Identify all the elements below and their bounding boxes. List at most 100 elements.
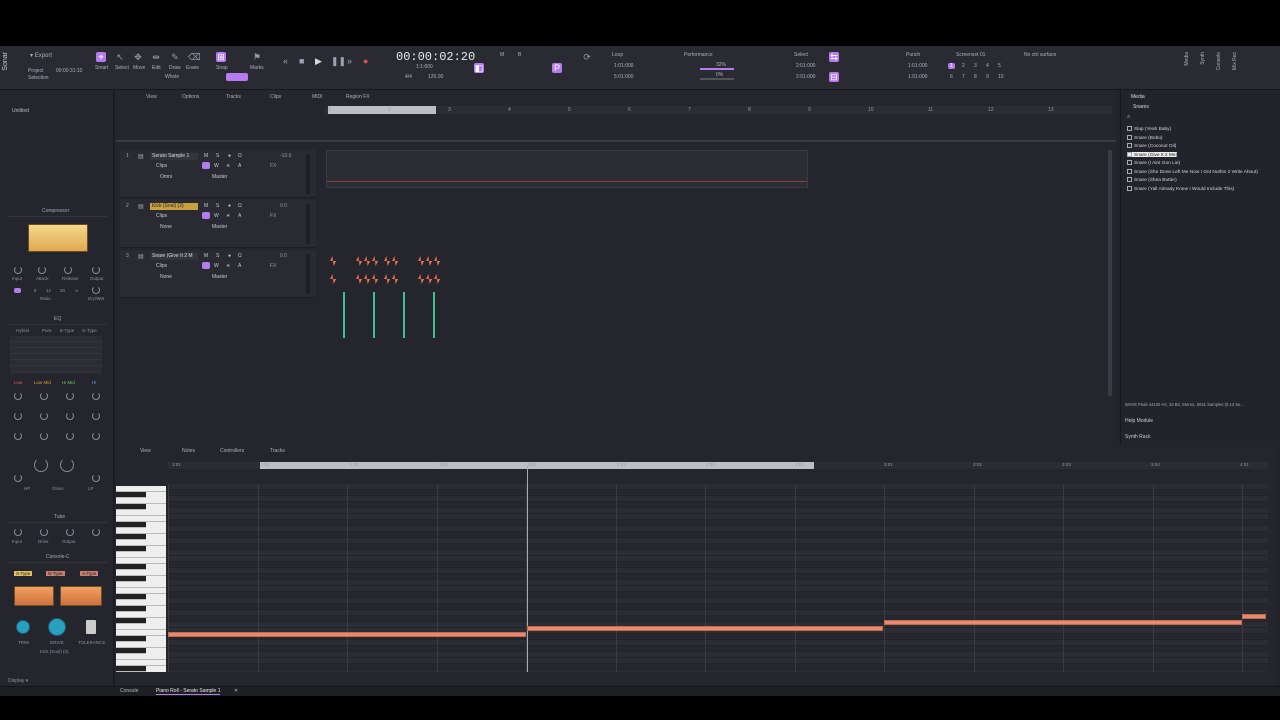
trackview-splitter[interactable] (116, 140, 1116, 142)
drywet-knob[interactable] (92, 286, 100, 294)
compressor-output-knob[interactable] (92, 266, 100, 274)
track-output[interactable]: Master (212, 224, 227, 230)
screenset-button[interactable]: 4 (984, 63, 991, 69)
browser-item[interactable]: Snare (Coconut Oil) (1127, 143, 1176, 149)
track-header[interactable]: 1 ▤ Serato Sample 1 M S ● Ω -10.6 Clips W ∗ A FX Omni… (120, 150, 316, 198)
pause-icon[interactable]: ❚❚ (331, 56, 346, 67)
pr-selection-range[interactable] (260, 462, 814, 469)
tv-menu-regionfx[interactable]: Region FX (346, 94, 370, 100)
tempo-display[interactable]: 120.00 (428, 74, 443, 80)
track-write-button[interactable]: W (214, 263, 219, 269)
track-edit-button[interactable] (202, 262, 210, 269)
piano-keyboard[interactable] (116, 486, 166, 672)
ratio-inf[interactable]: ∞ (75, 288, 78, 293)
tv-menu-view[interactable]: View (146, 94, 157, 100)
eq-type-g[interactable]: G-Type (82, 328, 97, 333)
now-time-display[interactable]: 00:00:02:20 (396, 50, 475, 64)
forward-icon[interactable]: » (347, 56, 352, 66)
record-icon[interactable]: ● (363, 56, 368, 66)
compressor-input-knob[interactable] (14, 266, 22, 274)
pr-menu-controllers[interactable]: Controllers (220, 448, 244, 454)
track-solo-button[interactable]: S (216, 253, 219, 259)
snap-toggle[interactable] (226, 73, 248, 81)
snare-clip-hit[interactable] (343, 292, 345, 338)
console-type-a[interactable]: A-Type (80, 571, 99, 576)
eq-himid-gain-knob[interactable] (66, 412, 74, 420)
compressor-release-knob[interactable] (64, 266, 72, 274)
track-header[interactable]: 2 ▤ Kick (Soul) (2) M S ● Ω 0.0 Clips W ∗ A FX None Ma… (120, 200, 316, 248)
track-mute-button[interactable]: M (204, 203, 208, 209)
eq-hp-knob[interactable] (14, 474, 22, 482)
console-title[interactable]: Console-C (8, 554, 108, 563)
track-solo-button[interactable]: S (216, 203, 219, 209)
compressor-attack-knob[interactable] (38, 266, 46, 274)
track-monitor-button[interactable]: Ω (238, 203, 242, 209)
compressor-title[interactable]: Compressor (8, 208, 108, 217)
track-name[interactable]: Serato Sample 1 (150, 153, 198, 160)
screenset-button[interactable]: 10 (996, 74, 1006, 80)
tab-piano-roll[interactable]: Piano Roll - Serato Sample 1 (156, 688, 221, 695)
browser-item[interactable]: Slap (Yeah Baby) (1127, 126, 1171, 132)
side-label-synth[interactable]: Synth (1200, 52, 1206, 65)
selection-label[interactable]: Selection (28, 75, 49, 81)
m-button[interactable]: M (500, 52, 504, 58)
track-freeze-button[interactable]: ∗ (226, 213, 230, 219)
track-name[interactable]: Snare (Give It 2 M (150, 253, 198, 260)
side-label-media[interactable]: Media (1184, 52, 1190, 66)
screenset-button[interactable]: 9 (984, 74, 991, 80)
tab-console[interactable]: Console (120, 688, 138, 694)
selection-range[interactable] (328, 106, 436, 114)
browser-folder[interactable]: Snares (1133, 104, 1149, 110)
track-auto-button[interactable]: A (238, 263, 241, 269)
browser-item[interactable]: Snare (Shea Butter) (1127, 177, 1177, 183)
tv-menu-options[interactable]: Options (182, 94, 199, 100)
loop-icon[interactable]: ⟳ (582, 52, 592, 62)
tv-menu-clips[interactable]: Clips (270, 94, 281, 100)
track-fx-button[interactable]: FX (270, 263, 276, 269)
browser-item[interactable]: Snare (Give It 2 Me) (1127, 151, 1178, 158)
eq-title[interactable]: EQ (8, 316, 108, 325)
piano-key[interactable] (116, 666, 146, 672)
ratio-8[interactable]: 8 (34, 288, 37, 293)
punch-start[interactable]: 1:01:000 (908, 63, 927, 69)
tube-title[interactable]: Tube (8, 514, 108, 523)
pr-menu-notes[interactable]: Notes (182, 448, 195, 454)
track-mute-button[interactable]: M (204, 253, 208, 259)
eq-graph[interactable] (10, 336, 102, 374)
eq-band-himid[interactable]: Hi Mid (62, 380, 75, 385)
eq-hi-gain-knob[interactable] (92, 412, 100, 420)
track-monitor-button[interactable]: Ω (238, 153, 242, 159)
select-mode-icon[interactable]: ⇆ (829, 52, 839, 62)
display-dropdown[interactable]: Display ▾ (8, 678, 28, 684)
punch-end[interactable]: 1:01:000 (908, 74, 927, 80)
track-input[interactable]: None (160, 224, 172, 230)
meter-display[interactable]: 4/4 (405, 74, 412, 80)
pr-menu-view[interactable]: View (140, 448, 151, 454)
track-mode[interactable]: Clips (156, 263, 167, 269)
snare-clip-hit[interactable] (433, 292, 435, 338)
eq-low-q-knob[interactable] (14, 432, 22, 440)
eq-gloss-knob-2[interactable] (60, 458, 74, 472)
track-mute-button[interactable]: M (204, 153, 208, 159)
select-start[interactable]: 2:01:000 (796, 63, 815, 69)
console-type-s[interactable]: S-Type (14, 571, 33, 576)
browser-item[interactable]: Snare (I Aint Gon Lie) (1127, 160, 1180, 166)
screenset-button[interactable]: 8 (972, 74, 979, 80)
screenset-button[interactable]: 3 (972, 63, 979, 69)
midi-note[interactable] (1242, 614, 1266, 619)
track-volume[interactable]: 0.0 (280, 203, 287, 209)
eq-lowmid-q-knob[interactable] (40, 432, 48, 440)
screenset-button[interactable]: 2 (960, 63, 967, 69)
draw-tool-icon[interactable]: ✎ (170, 52, 180, 62)
eq-band-lowmid[interactable]: Low Mid (34, 380, 51, 385)
screenset-button[interactable]: 5 (996, 63, 1003, 69)
track-arm-button[interactable]: ● (228, 253, 231, 259)
track-write-button[interactable]: W (214, 213, 219, 219)
serato-clip[interactable] (326, 150, 808, 188)
eq-type-e[interactable]: E-Type (60, 328, 74, 333)
marks-icon[interactable]: ⚑ (252, 52, 262, 62)
track-auto-button[interactable]: A (238, 213, 241, 219)
b-button[interactable]: B (518, 52, 521, 58)
snap-icon[interactable]: ⊞ (216, 52, 226, 62)
tube-drive-knob[interactable] (40, 528, 48, 536)
